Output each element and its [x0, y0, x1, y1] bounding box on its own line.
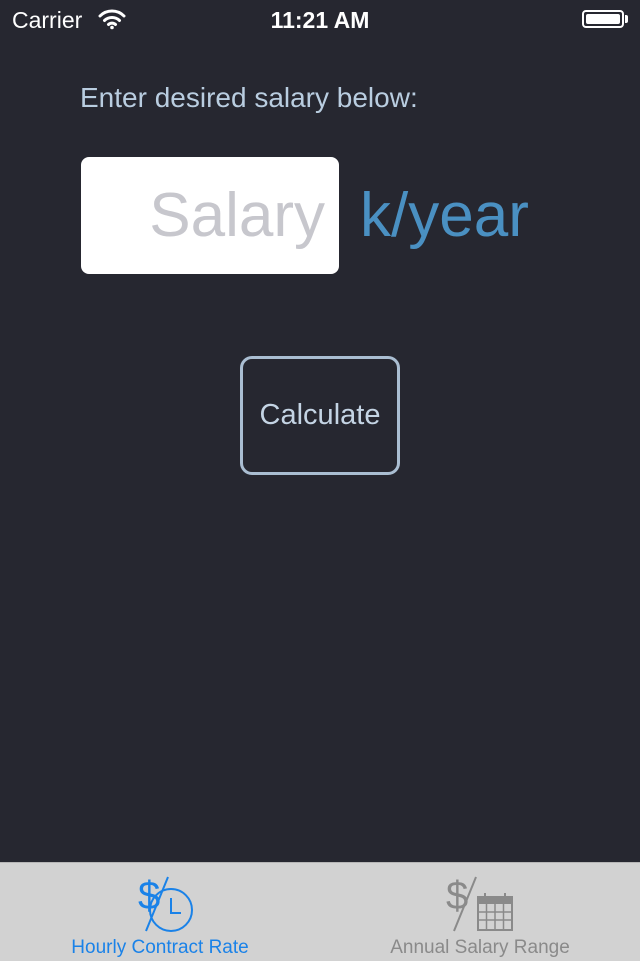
tab-label-annual: Annual Salary Range [390, 937, 570, 958]
tab-annual-salary-range[interactable]: $ Annual Salary Range [320, 863, 640, 961]
status-time: 11:21 AM [270, 7, 370, 33]
calculate-button[interactable]: Calculate [240, 356, 400, 475]
salary-field[interactable] [81, 157, 339, 274]
dollar-calendar-icon: $ [446, 874, 513, 932]
dollar-clock-icon: $ [138, 874, 193, 932]
status-bar: Carrier 11:21 AM [0, 0, 640, 40]
salary-input[interactable] [81, 157, 339, 274]
tab-label-hourly: Hourly Contract Rate [71, 937, 249, 958]
battery-icon [582, 10, 628, 28]
svg-text:$: $ [446, 874, 468, 918]
tab-bar: $ Hourly Contract Rate $ Annual Salary R… [0, 862, 640, 961]
tab-hourly-contract-rate[interactable]: $ Hourly Contract Rate [0, 863, 320, 961]
salary-prompt: Enter desired salary below: [80, 82, 418, 113]
unit-label: k/year [360, 181, 529, 250]
